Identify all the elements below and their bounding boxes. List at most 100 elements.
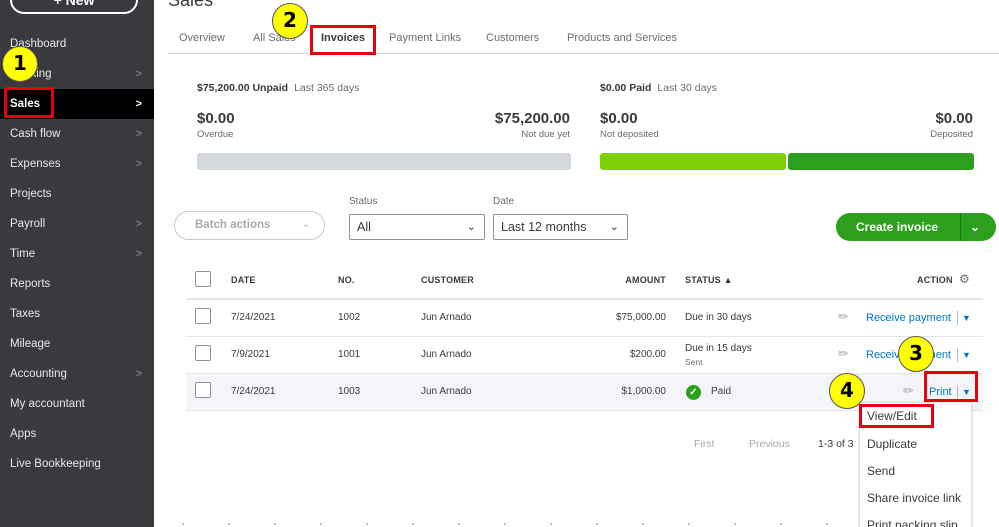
tab-payment-links[interactable]: Payment Links xyxy=(389,32,461,44)
page-title: Sales xyxy=(168,0,214,10)
sidebar-item-label: My accountant xyxy=(10,398,85,410)
sidebar-item-accounting[interactable]: Accounting > xyxy=(0,359,154,389)
sidebar-item-label: Cash flow xyxy=(10,128,61,140)
receive-payment-link[interactable]: Receive payment xyxy=(866,312,951,324)
table-row[interactable]: 7/9/2021 1001 Jun Arnado $200.00 Due in … xyxy=(186,337,983,374)
row-date: 7/24/2021 xyxy=(231,386,276,397)
sidebar-item-reports[interactable]: Reports xyxy=(0,269,154,299)
row-checkbox[interactable] xyxy=(195,308,211,324)
overdue-label: Overdue xyxy=(197,129,234,140)
chevron-right-icon: > xyxy=(135,98,142,110)
not-due-label: Not due yet xyxy=(521,129,570,140)
menu-item-send[interactable]: Send xyxy=(867,464,895,478)
deposited-bar[interactable] xyxy=(788,153,974,170)
gear-icon[interactable]: ⚙ xyxy=(959,272,970,286)
sidebar-item-live-bookkeeping[interactable]: Live Bookkeeping xyxy=(0,449,154,479)
pencil-icon[interactable]: ✏︎ xyxy=(838,309,849,325)
paid-summary-title: $0.00 Paid Last 30 days xyxy=(600,82,717,94)
sidebar-item-mileage[interactable]: Mileage xyxy=(0,329,154,359)
action-separator xyxy=(957,311,958,325)
step-callout-2: 2 xyxy=(272,3,308,39)
chevron-right-icon: > xyxy=(135,68,142,80)
pagination-first[interactable]: First xyxy=(694,438,714,450)
not-deposited-bar[interactable] xyxy=(600,153,786,170)
date-filter-label: Date xyxy=(493,196,515,207)
unpaid-period: Last 365 days xyxy=(294,82,360,94)
deposited-label: Deposited xyxy=(930,129,973,140)
not-due-amount: $75,200.00 xyxy=(494,110,570,127)
row-customer: Jun Arnado xyxy=(421,386,472,397)
create-invoice-label: Create invoice xyxy=(856,220,939,234)
sidebar-item-projects[interactable]: Projects xyxy=(0,179,154,209)
row-customer: Jun Arnado xyxy=(421,349,472,360)
unpaid-summary-title: $75,200.00 Unpaid Last 365 days xyxy=(197,82,359,94)
sidebar-item-label: Payroll xyxy=(10,218,46,230)
table-row[interactable]: 7/24/2021 1002 Jun Arnado $75,000.00 Due… xyxy=(186,300,983,337)
sidebar-item-cash-flow[interactable]: Cash flow > xyxy=(0,119,154,149)
chevron-right-icon: > xyxy=(135,128,142,140)
dotted-divider xyxy=(160,523,860,525)
split-divider xyxy=(960,213,961,241)
row-amount: $200.00 xyxy=(629,349,666,360)
unpaid-total: $75,200.00 Unpaid xyxy=(197,82,289,94)
status-filter-select[interactable]: All ⌄ xyxy=(349,214,485,240)
sidebar-item-label: Expenses xyxy=(10,158,61,170)
tab-overview[interactable]: Overview xyxy=(179,32,225,44)
menu-item-share-invoice-link[interactable]: Share invoice link xyxy=(867,491,961,505)
sidebar-item-apps[interactable]: Apps xyxy=(0,419,154,449)
caret-down-icon[interactable]: ▼ xyxy=(962,350,971,360)
sidebar-item-payroll[interactable]: Payroll > xyxy=(0,209,154,239)
chevron-down-icon: ⌄ xyxy=(466,221,476,233)
create-invoice-dropdown-icon[interactable]: ⌄ xyxy=(970,213,980,241)
sidebar-item-label: Reports xyxy=(10,278,51,290)
unpaid-progress-bar[interactable] xyxy=(197,153,571,170)
status-filter-label: Status xyxy=(349,196,378,207)
menu-item-print-packing-slip[interactable]: Print packing slip xyxy=(867,518,958,527)
column-header-date[interactable]: DATE xyxy=(231,275,256,285)
column-header-customer[interactable]: CUSTOMER xyxy=(421,275,474,285)
step-callout-3: 3 xyxy=(898,336,934,372)
caret-down-icon[interactable]: ▼ xyxy=(962,313,971,323)
sidebar-item-my-accountant[interactable]: My accountant xyxy=(0,389,154,419)
column-header-action: ACTION xyxy=(917,275,953,285)
deposited-amount: $0.00 xyxy=(935,110,973,127)
pagination-range: 1-3 of 3 xyxy=(818,438,854,450)
row-checkbox[interactable] xyxy=(195,345,211,361)
batch-actions-label: Batch actions xyxy=(195,219,271,231)
sidebar-item-label: Accounting xyxy=(10,368,67,380)
select-all-checkbox[interactable] xyxy=(195,271,211,287)
row-amount: $75,000.00 xyxy=(615,312,666,323)
highlight-box-invoices xyxy=(310,25,376,55)
chevron-right-icon: > xyxy=(135,248,142,260)
row-checkbox[interactable] xyxy=(195,382,211,398)
column-header-amount[interactable]: AMOUNT xyxy=(625,275,666,285)
check-circle-icon: ✓ xyxy=(686,385,701,400)
create-invoice-button[interactable]: Create invoice ⌄ xyxy=(836,213,996,241)
chevron-right-icon: > xyxy=(135,218,142,230)
row-date: 7/9/2021 xyxy=(231,349,270,360)
row-customer: Jun Arnado xyxy=(421,312,472,323)
row-status: Due in 30 days xyxy=(685,312,752,323)
row-status: Paid xyxy=(711,386,732,397)
new-button[interactable]: + New xyxy=(10,0,138,14)
status-filter-value: All xyxy=(357,220,371,234)
menu-item-duplicate[interactable]: Duplicate xyxy=(867,437,917,451)
sidebar-item-taxes[interactable]: Taxes xyxy=(0,299,154,329)
sidebar-item-label: Live Bookkeeping xyxy=(10,458,101,470)
tab-customers[interactable]: Customers xyxy=(486,32,539,44)
column-header-no[interactable]: NO. xyxy=(338,275,355,285)
action-separator xyxy=(957,348,958,362)
pencil-icon[interactable]: ✏︎ xyxy=(838,346,849,362)
sidebar-item-expenses[interactable]: Expenses > xyxy=(0,149,154,179)
sidebar-item-time[interactable]: Time > xyxy=(0,239,154,269)
paid-period: Last 30 days xyxy=(657,82,717,94)
tab-products-and-services[interactable]: Products and Services xyxy=(567,32,677,44)
pagination-previous[interactable]: Previous xyxy=(749,438,790,450)
row-status: Due in 15 days xyxy=(685,343,752,354)
date-filter-select[interactable]: Last 12 months ⌄ xyxy=(493,214,628,240)
pencil-icon[interactable]: ✏︎ xyxy=(903,383,914,399)
highlight-box-sales xyxy=(4,87,54,118)
column-header-status[interactable]: STATUS ▲ xyxy=(685,275,733,285)
chevron-down-icon: ⌄ xyxy=(301,219,310,230)
batch-actions-button[interactable]: Batch actions ⌄ xyxy=(174,211,325,240)
